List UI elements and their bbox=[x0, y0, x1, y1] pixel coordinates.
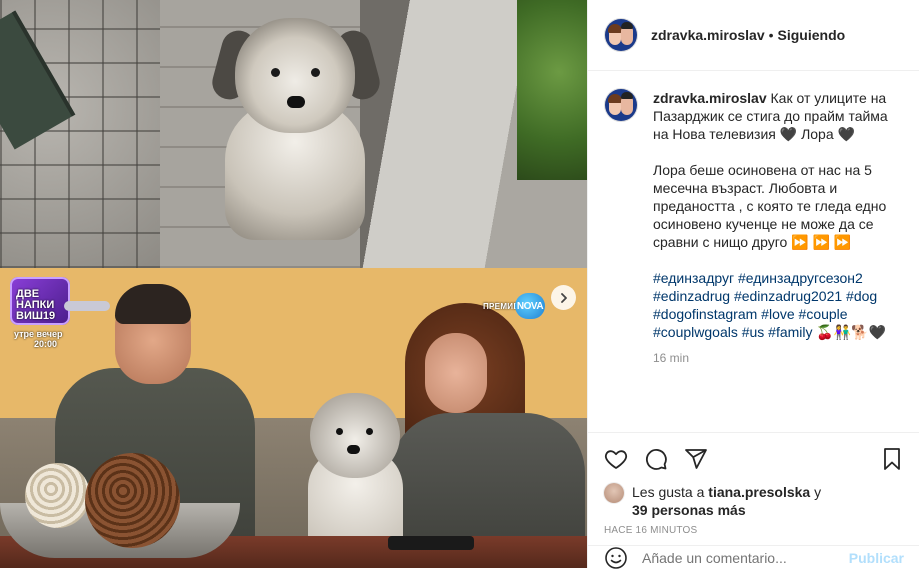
promo-bottle-graphic bbox=[64, 301, 110, 311]
likes-others-link[interactable]: 39 personas más bbox=[632, 502, 746, 518]
caption-text: zdravka.miroslav Как от улиците на Пазар… bbox=[653, 89, 904, 341]
caption-row: zdravka.miroslav Как от улиците на Пазар… bbox=[605, 89, 904, 341]
instagram-post-window: ДВЕ НАПКИ ВИШ19 утре вечер 20:00 ПРЕМИЕР… bbox=[0, 0, 919, 569]
likes-and: y bbox=[810, 484, 822, 500]
header-username[interactable]: zdravka.miroslav bbox=[651, 27, 765, 43]
publish-comment-button[interactable]: Publicar bbox=[849, 550, 904, 566]
promo-time: 20:00 bbox=[34, 339, 58, 349]
post-timestamp[interactable]: HACE 16 MINUTOS bbox=[604, 525, 904, 536]
bookmark-icon bbox=[884, 448, 900, 470]
like-button[interactable] bbox=[604, 447, 628, 471]
separator-dot: • bbox=[768, 27, 774, 43]
caption-avatar[interactable] bbox=[605, 89, 637, 121]
likes-summary: Les gusta a tiana.presolska y 39 persona… bbox=[604, 483, 904, 519]
post-media[interactable]: ДВЕ НАПКИ ВИШ19 утре вечер 20:00 ПРЕМИЕР… bbox=[0, 0, 587, 568]
tv-show-promo: ДВЕ НАПКИ ВИШ19 утре вечер 20:00 bbox=[2, 275, 110, 349]
decor-ball-wicker bbox=[85, 453, 180, 548]
photo-stray-dog bbox=[0, 0, 587, 268]
action-icons-row bbox=[604, 439, 904, 479]
liker-avatar[interactable] bbox=[604, 483, 624, 503]
comment-button[interactable] bbox=[644, 447, 668, 471]
caption-area: zdravka.miroslav Как от улиците на Пазар… bbox=[588, 72, 919, 432]
liker-username[interactable]: tiana.presolska bbox=[708, 484, 810, 500]
share-icon bbox=[685, 449, 707, 469]
heart-icon bbox=[604, 450, 628, 469]
likes-text: Les gusta a tiana.presolska y 39 persona… bbox=[632, 483, 821, 519]
promo-title: ДВЕ НАПКИ ВИШ19 bbox=[16, 288, 56, 322]
save-button[interactable] bbox=[880, 447, 904, 471]
share-button[interactable] bbox=[684, 447, 708, 471]
next-media-button[interactable] bbox=[551, 285, 576, 310]
comment-icon bbox=[645, 449, 667, 470]
caption-body-text: Как от улиците на Пазарджик се стига до … bbox=[653, 90, 888, 250]
post-header: zdravka.miroslav • Siguiendo bbox=[588, 0, 919, 71]
caption-username[interactable]: zdravka.miroslav bbox=[653, 90, 767, 106]
post-actions: Les gusta a tiana.presolska y 39 persona… bbox=[588, 432, 919, 536]
following-button[interactable]: Siguiendo bbox=[778, 27, 846, 43]
nova-tv-logo: NOVA bbox=[515, 293, 545, 319]
comment-input[interactable] bbox=[642, 549, 849, 566]
comment-composer: Publicar bbox=[588, 545, 919, 569]
likes-prefix: Les gusta a bbox=[632, 484, 709, 500]
hashtag-links[interactable]: #единзадруг #единзадругсезон2 #edinzadru… bbox=[653, 270, 886, 340]
post-side-panel: zdravka.miroslav • Siguiendo zdravka.mir… bbox=[587, 0, 919, 569]
stray-dog-figure bbox=[205, 10, 385, 240]
grass-patch bbox=[517, 0, 587, 180]
phone-on-table bbox=[388, 536, 474, 550]
decor-ball-light bbox=[25, 463, 90, 528]
avatar[interactable] bbox=[605, 19, 637, 51]
chevron-right-icon bbox=[560, 292, 567, 303]
smiley-icon[interactable] bbox=[604, 546, 628, 570]
promo-day: утре вечер bbox=[14, 329, 63, 339]
caption-timestamp: 16 min bbox=[653, 351, 690, 365]
